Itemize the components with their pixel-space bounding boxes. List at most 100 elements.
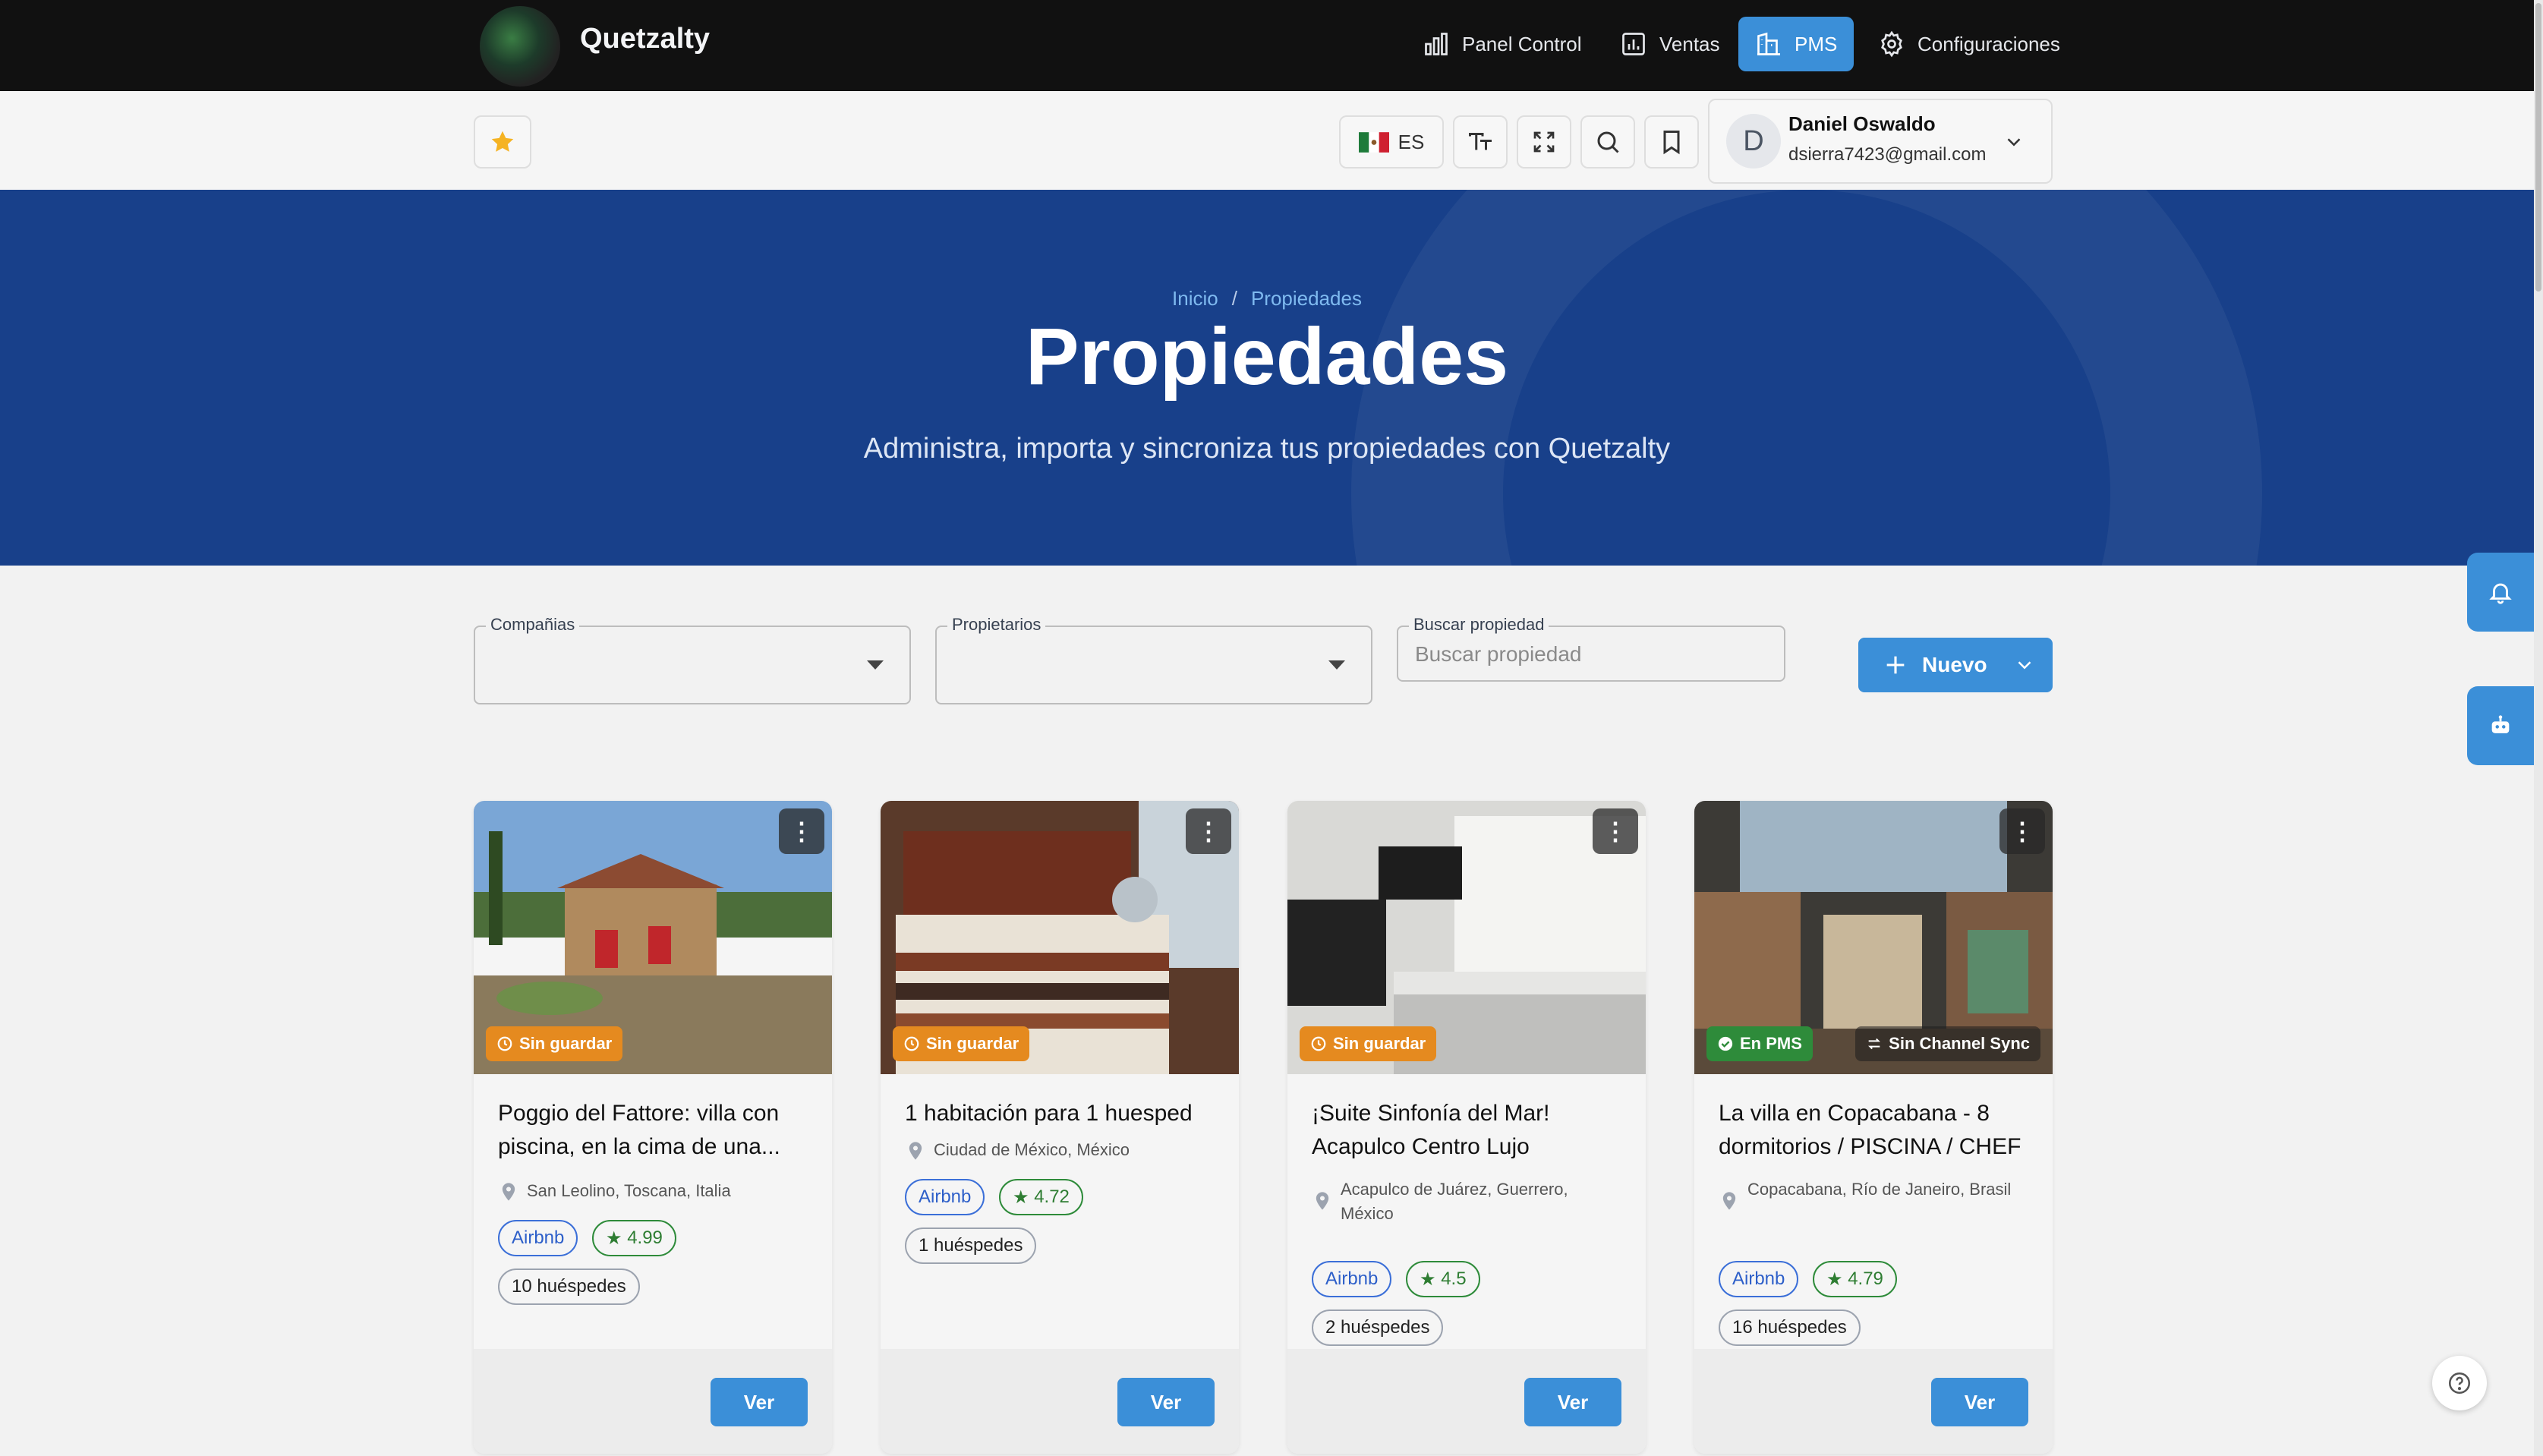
- location-pin-icon: [1722, 1192, 1736, 1210]
- language-selector[interactable]: ES: [1339, 115, 1444, 169]
- bell-icon: [2489, 583, 2512, 604]
- status-badge: Sin guardar: [486, 1026, 623, 1061]
- companies-label: Compañias: [486, 615, 580, 635]
- breadcrumb-propiedades[interactable]: Propiedades: [1251, 287, 1362, 310]
- companies-select[interactable]: [474, 626, 911, 704]
- property-location: Acapulco de Juárez, Guerrero, México: [1312, 1177, 1623, 1226]
- view-button[interactable]: Ver: [1117, 1378, 1215, 1426]
- sales-chart-icon: [1622, 33, 1645, 55]
- font-size-button[interactable]: [1453, 115, 1508, 169]
- quetzal-logo[interactable]: [480, 6, 560, 87]
- status-badge: En PMS: [1706, 1026, 1813, 1061]
- nav-label: Configuraciones: [1917, 32, 2060, 55]
- star-icon: ★: [1826, 1268, 1848, 1290]
- card-options-button[interactable]: ⋮: [1593, 808, 1638, 854]
- property-location: Copacabana, Río de Janeiro, Brasil: [1719, 1177, 2030, 1212]
- sync-arrows-icon: [1868, 1038, 1881, 1050]
- platform-chip: Airbnb: [1719, 1261, 1799, 1297]
- fullscreen-icon: [1533, 131, 1555, 153]
- status-badge: Sin guardar: [1300, 1026, 1437, 1061]
- fullscreen-button[interactable]: [1517, 115, 1571, 169]
- user-name: Daniel Oswaldo: [1788, 112, 1936, 135]
- search-property-input[interactable]: [1413, 627, 1764, 682]
- brand-name[interactable]: Quetzalty: [580, 23, 710, 55]
- new-property-button[interactable]: Nuevo: [1858, 638, 2053, 692]
- bookmark-button[interactable]: [1644, 115, 1699, 169]
- property-location: San Leolino, Toscana, Italia: [498, 1179, 809, 1203]
- chevron-down-icon: [2018, 661, 2031, 670]
- star-icon: ★: [1013, 1187, 1035, 1208]
- favorites-button[interactable]: [474, 115, 531, 169]
- building-icon: [1757, 32, 1780, 55]
- language-code: ES: [1398, 130, 1425, 153]
- card-options-button[interactable]: ⋮: [1999, 808, 2045, 854]
- nav-label: Ventas: [1659, 32, 1720, 55]
- chevron-down-icon: [2007, 138, 2021, 147]
- rating-value: 4.72: [1034, 1187, 1070, 1207]
- card-options-button[interactable]: ⋮: [1186, 808, 1231, 854]
- star-icon: [491, 131, 514, 152]
- status-badge-label: En PMS: [1740, 1034, 1802, 1053]
- owners-select[interactable]: [935, 626, 1372, 704]
- location-pin-icon: [909, 1142, 922, 1160]
- clock-icon: [497, 1036, 512, 1051]
- search-icon: [1597, 131, 1619, 153]
- rating-chip: ★ 4.5: [1406, 1261, 1480, 1297]
- platform-chip: Airbnb: [498, 1220, 578, 1256]
- nav-pms[interactable]: PMS: [1738, 17, 1854, 71]
- channel-sync-label: Sin Channel Sync: [1889, 1034, 2030, 1053]
- property-title[interactable]: ¡Suite Sinfonía del Mar! Acapulco Centro…: [1312, 1097, 1623, 1164]
- plus-icon: [1886, 656, 1905, 674]
- guests-chip: 2 huéspedes: [1312, 1309, 1444, 1346]
- nav-ventas[interactable]: Ventas: [1603, 17, 1737, 71]
- card-options-button[interactable]: ⋮: [779, 808, 824, 854]
- bar-chart-icon: [1425, 33, 1448, 55]
- location-text: Copacabana, Río de Janeiro, Brasil: [1747, 1180, 2012, 1199]
- search-button[interactable]: [1580, 115, 1635, 169]
- rating-value: 4.79: [1848, 1268, 1883, 1289]
- clock-icon: [1311, 1036, 1326, 1051]
- page-scrollbar[interactable]: [2534, 0, 2543, 1456]
- property-title[interactable]: Poggio del Fattore: villa con piscina, e…: [498, 1097, 809, 1164]
- location-text: Acapulco de Juárez, Guerrero, México: [1341, 1180, 1568, 1223]
- guests-chip: 16 huéspedes: [1719, 1309, 1861, 1346]
- nav-label: Panel Control: [1462, 32, 1582, 55]
- location-pin-icon: [1316, 1192, 1329, 1210]
- caret-down-icon: [867, 660, 884, 670]
- page-title: Propiedades: [1025, 312, 1509, 402]
- view-button[interactable]: Ver: [711, 1378, 808, 1426]
- nav-panel-control[interactable]: Panel Control: [1406, 17, 1599, 71]
- property-card: ⋮ Sin guardar 1 habitación para 1 huespe…: [881, 801, 1239, 1454]
- status-badge-label: Sin guardar: [519, 1034, 613, 1053]
- help-button[interactable]: [2432, 1356, 2487, 1410]
- status-badge-label: Sin guardar: [926, 1034, 1019, 1053]
- platform-chip: Airbnb: [905, 1179, 985, 1215]
- property-title[interactable]: La villa en Copacabana - 8 dormitorios /…: [1719, 1097, 2030, 1164]
- guests-chip: 10 huéspedes: [498, 1268, 640, 1305]
- property-title[interactable]: 1 habitación para 1 huesped: [905, 1097, 1216, 1130]
- property-location: Ciudad de México, México: [905, 1138, 1216, 1162]
- rating-chip: ★ 4.79: [1813, 1261, 1897, 1297]
- view-button[interactable]: Ver: [1931, 1378, 2028, 1426]
- nav-configuraciones[interactable]: Configuraciones: [1861, 17, 2077, 71]
- star-icon: ★: [606, 1228, 628, 1249]
- user-menu[interactable]: D Daniel Oswaldo dsierra7423@gmail.com: [1708, 99, 2053, 184]
- status-badge: Sin guardar: [893, 1026, 1030, 1061]
- robot-icon: [2491, 715, 2510, 733]
- location-text: Ciudad de México, México: [934, 1140, 1130, 1159]
- caret-down-icon: [1328, 660, 1345, 670]
- platform-chip: Airbnb: [1312, 1261, 1392, 1297]
- property-card: ⋮ Sin guardar Poggio del Fattore: villa …: [474, 801, 832, 1454]
- search-property-label: Buscar propiedad: [1409, 615, 1549, 635]
- user-email: dsierra7423@gmail.com: [1788, 144, 1987, 165]
- breadcrumb-inicio[interactable]: Inicio: [1172, 287, 1218, 310]
- scrollbar-thumb[interactable]: [2535, 3, 2541, 292]
- notifications-button[interactable]: [2467, 553, 2534, 632]
- assistant-bot-button[interactable]: [2467, 686, 2534, 765]
- gear-icon: [1881, 30, 1902, 58]
- view-button[interactable]: Ver: [1524, 1378, 1621, 1426]
- bookmark-icon: [1663, 131, 1680, 155]
- channel-sync-badge: Sin Channel Sync: [1855, 1026, 2040, 1061]
- property-card: ⋮ Sin guardar ¡Suite Sinfonía del Mar! A…: [1287, 801, 1646, 1454]
- question-circle-icon: [2448, 1372, 2471, 1395]
